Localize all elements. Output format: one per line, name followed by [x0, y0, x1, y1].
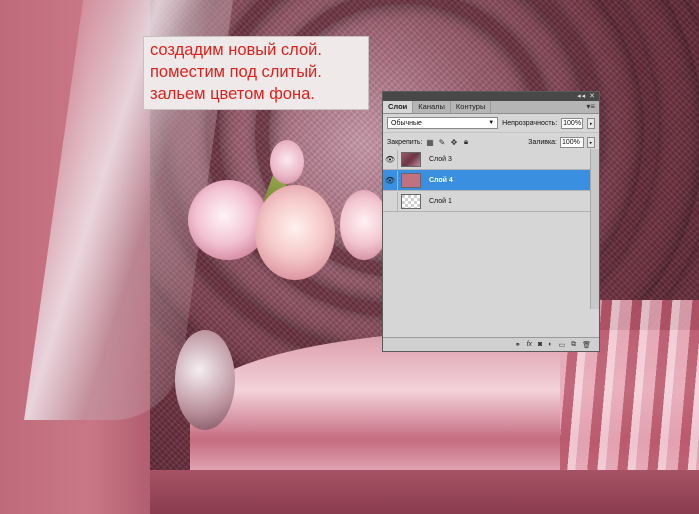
- layer-name: Слой 1: [429, 197, 452, 205]
- layer-row-3[interactable]: 👁︎ Слой 3: [383, 149, 591, 170]
- link-icon[interactable]: ⚭: [515, 341, 521, 349]
- layer-row-4[interactable]: 👁︎ Слой 4: [383, 170, 591, 191]
- mask-icon[interactable]: ◙: [538, 341, 542, 348]
- opacity-input[interactable]: 100%: [561, 117, 584, 129]
- fill-input[interactable]: 100%: [560, 136, 584, 148]
- group-icon[interactable]: ▭: [558, 341, 565, 349]
- chevron-down-icon: ▼: [488, 120, 495, 126]
- layer-thumbnail: [401, 151, 421, 167]
- lock-label: Закрепить:: [387, 138, 423, 146]
- panel-titlebar[interactable]: ◂◂ ✕: [383, 92, 599, 101]
- instruction-line-1: создадим новый слой.: [150, 41, 322, 59]
- adjustment-icon[interactable]: ◐: [548, 341, 552, 348]
- instruction-note: создадим новый слой. поместим под слитый…: [143, 36, 369, 110]
- tab-paths[interactable]: Контуры: [451, 101, 492, 113]
- panel-menu-icon[interactable]: ▾≡: [586, 101, 595, 113]
- tab-layers[interactable]: Слои: [383, 101, 414, 113]
- layers-panel: ◂◂ ✕ Слои Каналы Контуры ▾≡ Обычные ▼ Не…: [382, 91, 600, 352]
- fill-label: Заливка:: [528, 138, 557, 146]
- layer-name: Слой 3: [429, 155, 452, 163]
- opacity-label: Непрозрачность:: [502, 119, 558, 127]
- visibility-eye-icon[interactable]: 👁︎: [383, 170, 398, 190]
- layer-thumbnail: [401, 172, 421, 188]
- lock-all-icon[interactable]: 🔒︎: [461, 137, 470, 147]
- visibility-eye-icon[interactable]: 👁︎: [383, 149, 398, 169]
- trash-icon[interactable]: 🗑︎: [582, 341, 591, 349]
- panel-tabs: Слои Каналы Контуры ▾≡: [383, 101, 599, 114]
- blend-mode-value: Обычные: [391, 119, 422, 127]
- layer-row-1[interactable]: Слой 1: [383, 191, 591, 212]
- blend-opacity-row: Обычные ▼ Непрозрачность: 100% ▸: [383, 114, 599, 133]
- lock-position-icon[interactable]: ✥: [449, 138, 458, 147]
- layer-name: Слой 4: [429, 176, 453, 184]
- panel-collapse-close-icons[interactable]: ◂◂ ✕: [577, 92, 596, 101]
- new-layer-icon[interactable]: ⧉: [571, 341, 576, 349]
- instruction-line-2: поместим под слитый.: [150, 63, 322, 81]
- tab-channels[interactable]: Каналы: [413, 101, 451, 113]
- visibility-toggle-empty[interactable]: [383, 191, 398, 211]
- lock-pixels-icon[interactable]: ✎: [437, 138, 446, 147]
- lock-transparent-icon[interactable]: ▦: [425, 138, 434, 147]
- layers-list: 👁︎ Слой 3 👁︎ Слой 4 Слой 1: [383, 149, 599, 309]
- blend-mode-select[interactable]: Обычные ▼: [387, 117, 499, 129]
- layers-scrollbar[interactable]: [590, 149, 599, 309]
- panel-bottom-toolbar: ⚭ fx ◙ ◐ ▭ ⧉ 🗑︎: [383, 337, 599, 351]
- opacity-slider-toggle[interactable]: ▸: [587, 117, 596, 129]
- fx-icon[interactable]: fx: [527, 341, 532, 348]
- instruction-line-3: зальем цветом фона.: [150, 85, 315, 103]
- fill-slider-toggle[interactable]: ▸: [587, 136, 595, 148]
- layer-thumbnail: [401, 193, 421, 209]
